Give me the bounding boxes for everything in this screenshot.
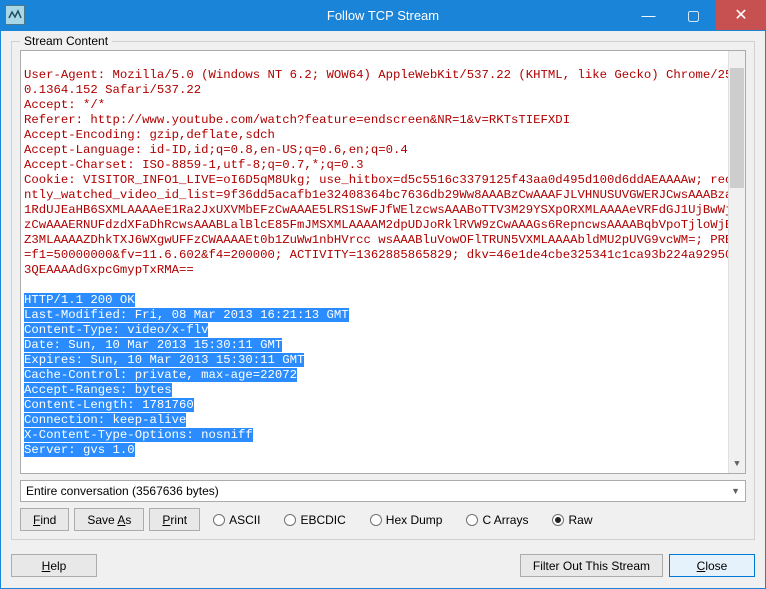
radio-ascii[interactable]: ASCII [213,513,260,527]
response-text: HTTP/1.1 200 OK Last-Modified: Fri, 08 M… [24,293,349,457]
filter-out-stream-button[interactable]: Filter Out This Stream [520,554,663,577]
close-button[interactable]: Close [669,554,755,577]
display-format-group: ASCII EBCDIC Hex Dump C Arrays Raw [213,513,746,527]
app-icon [5,5,25,25]
chevron-down-icon: ▼ [731,486,740,496]
title-bar: Follow TCP Stream — ▢ ✕ [0,0,766,30]
radio-ebcdic[interactable]: EBCDIC [284,513,345,527]
stream-textarea[interactable]: User-Agent: Mozilla/5.0 (Windows NT 6.2;… [20,50,746,474]
find-button[interactable]: Find [20,508,69,531]
scrollbar[interactable]: ▲ ▼ [728,51,745,473]
scroll-thumb[interactable] [730,68,744,188]
dropdown-value: Entire conversation (3567636 bytes) [26,484,219,498]
radio-hexdump[interactable]: Hex Dump [370,513,443,527]
scroll-down-icon[interactable]: ▼ [729,456,745,473]
print-button[interactable]: Print [149,508,200,531]
window-title: Follow TCP Stream [327,8,439,23]
close-window-button[interactable]: ✕ [716,0,766,30]
radio-carrays[interactable]: C Arrays [466,513,528,527]
radio-raw[interactable]: Raw [552,513,592,527]
conversation-dropdown[interactable]: Entire conversation (3567636 bytes) ▼ [20,480,746,502]
minimize-button[interactable]: — [626,0,671,30]
request-text: User-Agent: Mozilla/5.0 (Windows NT 6.2;… [24,68,740,277]
maximize-button[interactable]: ▢ [671,0,716,30]
binary-dump: ..}.d.;..eAH../....v.A..R..\..s.*.3.7.A.… [24,473,688,474]
help-button[interactable]: Help [11,554,97,577]
save-as-button[interactable]: Save As [74,508,144,531]
stream-content-group: Stream Content User-Agent: Mozilla/5.0 (… [11,41,755,540]
stream-content-label: Stream Content [20,34,112,48]
